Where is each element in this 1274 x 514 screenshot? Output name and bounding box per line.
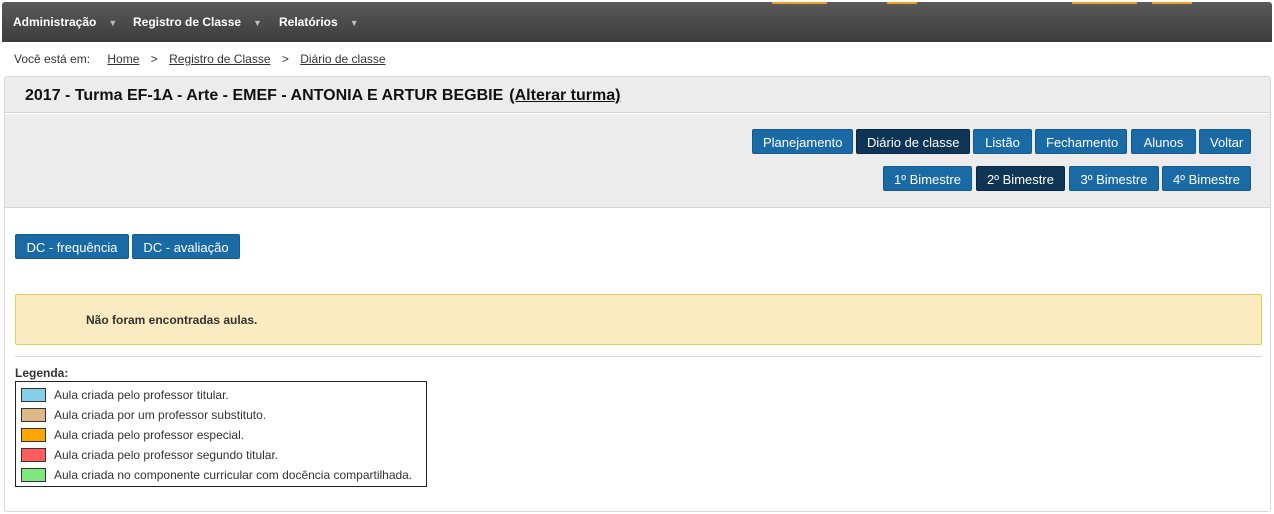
change-class-link[interactable]: (Alterar turma) xyxy=(509,87,620,104)
chevron-down-icon: ▼ xyxy=(253,18,262,28)
breadcrumb-lead: Você está em: xyxy=(14,52,91,66)
nav-menu-relatorios[interactable]: Relatórios ▼ xyxy=(279,2,359,42)
alunos-button[interactable]: Alunos xyxy=(1131,129,1196,154)
breadcrumb-link-home[interactable]: Home xyxy=(107,52,139,66)
legend-swatch xyxy=(21,388,46,402)
legend-label: Aula criada pelo professor especial. xyxy=(54,428,245,442)
tab-2-bimestre[interactable]: 2º Bimestre xyxy=(976,166,1065,191)
breadcrumb-separator: > xyxy=(150,52,158,66)
nav-accent-stripe xyxy=(1152,2,1192,4)
dc-avaliacao-button[interactable]: DC - avaliação xyxy=(132,234,240,259)
breadcrumb: Você está em: Home > Registro de Classe … xyxy=(14,52,386,66)
legend-swatch xyxy=(21,448,46,462)
action-toolbar: Planejamento Diário de classe Listão Fec… xyxy=(5,114,1270,208)
nav-accent-stripe xyxy=(887,2,917,4)
legend-box: Aula criada pelo professor titular. Aula… xyxy=(15,381,427,487)
legend-label: Aula criada pelo professor titular. xyxy=(54,388,229,402)
breadcrumb-separator: > xyxy=(281,52,289,66)
legend-label: Aula criada por um professor substituto. xyxy=(54,408,267,422)
nav-menu-registro-de-classe[interactable]: Registro de Classe ▼ xyxy=(133,2,262,42)
main-panel: 2017 - Turma EF-1A - Arte - EMEF - ANTON… xyxy=(4,76,1271,512)
diario-de-classe-button[interactable]: Diário de classe xyxy=(856,129,970,154)
legend-label: Aula criada no componente curricular com… xyxy=(54,468,413,482)
top-navigation-bar: Administração ▼ Registro de Classe ▼ Relat… xyxy=(2,2,1272,42)
chevron-down-icon: ▼ xyxy=(108,18,118,28)
dc-frequencia-button[interactable]: DC - frequência xyxy=(15,234,129,259)
class-title: 2017 - Turma EF-1A - Arte - EMEF - ANTON… xyxy=(25,87,504,104)
legend-swatch xyxy=(21,468,46,482)
tab-3-bimestre[interactable]: 3º Bimestre xyxy=(1069,166,1159,191)
fechamento-button[interactable]: Fechamento xyxy=(1035,129,1127,154)
legend-label: Aula criada pelo professor segundo titul… xyxy=(54,448,279,462)
nav-menu-label: Administração xyxy=(13,15,97,29)
section-divider xyxy=(15,356,1262,357)
alert-message: Não foram encontradas aulas. xyxy=(86,313,258,327)
nav-menu-label: Registro de Classe xyxy=(133,15,242,29)
chevron-down-icon: ▼ xyxy=(349,18,359,28)
breadcrumb-link-diario-de-classe[interactable]: Diário de classe xyxy=(300,52,385,66)
panel-header: 2017 - Turma EF-1A - Arte - EMEF - ANTON… xyxy=(5,77,1270,113)
tab-1-bimestre[interactable]: 1º Bimestre xyxy=(883,166,972,191)
nav-accent-stripe xyxy=(1072,2,1137,4)
legend-title: Legenda: xyxy=(15,366,69,380)
legend-swatch xyxy=(21,428,46,442)
page-title: 2017 - Turma EF-1A - Arte - EMEF - ANTON… xyxy=(25,87,620,105)
nav-accent-stripe xyxy=(772,2,827,4)
no-classes-alert: Não foram encontradas aulas. xyxy=(15,294,1262,345)
tab-4-bimestre[interactable]: 4º Bimestre xyxy=(1162,166,1251,191)
legend-swatch xyxy=(21,408,46,422)
planejamento-button[interactable]: Planejamento xyxy=(752,129,853,154)
breadcrumb-link-registro-de-classe[interactable]: Registro de Classe xyxy=(169,52,270,66)
nav-menu-label: Relatórios xyxy=(279,15,338,29)
voltar-button[interactable]: Voltar xyxy=(1199,129,1251,154)
nav-menu-administracao[interactable]: Administração ▼ xyxy=(13,2,117,42)
listao-button[interactable]: Listão xyxy=(973,129,1032,154)
